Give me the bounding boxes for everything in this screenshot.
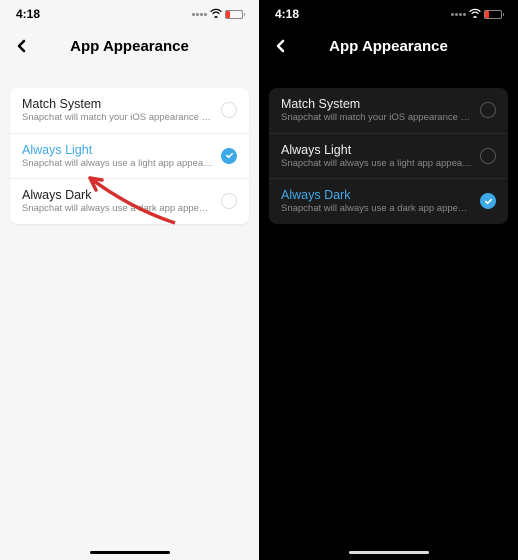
option-label: Match System (281, 96, 472, 112)
option-desc: Snapchat will always use a light app app… (22, 158, 213, 170)
option-match-system[interactable]: Match System Snapchat will match your iO… (10, 88, 249, 133)
battery-icon (225, 10, 243, 19)
wifi-icon (210, 7, 222, 21)
option-desc: Snapchat will match your iOS appearance … (22, 112, 213, 124)
dark-mode-screenshot: 4:18 App Appearance Match System Snapcha… (259, 0, 518, 560)
radio-checked-icon[interactable] (480, 193, 496, 209)
radio-unchecked-icon[interactable] (221, 193, 237, 209)
cellular-signal-icon (192, 13, 207, 16)
option-match-system[interactable]: Match System Snapchat will match your iO… (269, 88, 508, 133)
option-label: Always Light (22, 142, 213, 158)
options-container: Match System Snapchat will match your iO… (259, 64, 518, 224)
status-indicators (192, 7, 243, 21)
status-time: 4:18 (275, 7, 299, 21)
radio-unchecked-icon[interactable] (221, 102, 237, 118)
nav-header: App Appearance (0, 28, 259, 64)
option-desc: Snapchat will always use a light app app… (281, 158, 472, 170)
option-label: Always Light (281, 142, 472, 158)
option-label: Always Dark (281, 187, 472, 203)
home-indicator[interactable] (90, 551, 170, 554)
radio-unchecked-icon[interactable] (480, 102, 496, 118)
radio-checked-icon[interactable] (221, 148, 237, 164)
option-always-dark[interactable]: Always Dark Snapchat will always use a d… (269, 178, 508, 224)
status-bar: 4:18 (0, 0, 259, 28)
option-desc: Snapchat will always use a dark app appe… (281, 203, 472, 215)
status-indicators (451, 7, 502, 21)
options-card: Match System Snapchat will match your iO… (10, 88, 249, 224)
option-desc: Snapchat will always use a dark app appe… (22, 203, 213, 215)
light-mode-screenshot: 4:18 App Appearance Match System Snapcha… (0, 0, 259, 560)
option-always-light[interactable]: Always Light Snapchat will always use a … (10, 133, 249, 179)
option-desc: Snapchat will match your iOS appearance … (281, 112, 472, 124)
page-title: App Appearance (0, 38, 259, 55)
options-card: Match System Snapchat will match your iO… (269, 88, 508, 224)
status-time: 4:18 (16, 7, 40, 21)
wifi-icon (469, 7, 481, 21)
cellular-signal-icon (451, 13, 466, 16)
status-bar: 4:18 (259, 0, 518, 28)
nav-header: App Appearance (259, 28, 518, 64)
option-label: Match System (22, 96, 213, 112)
option-always-dark[interactable]: Always Dark Snapchat will always use a d… (10, 178, 249, 224)
radio-unchecked-icon[interactable] (480, 148, 496, 164)
option-always-light[interactable]: Always Light Snapchat will always use a … (269, 133, 508, 179)
home-indicator[interactable] (349, 551, 429, 554)
options-container: Match System Snapchat will match your iO… (0, 64, 259, 224)
option-label: Always Dark (22, 187, 213, 203)
page-title: App Appearance (259, 38, 518, 55)
battery-icon (484, 10, 502, 19)
